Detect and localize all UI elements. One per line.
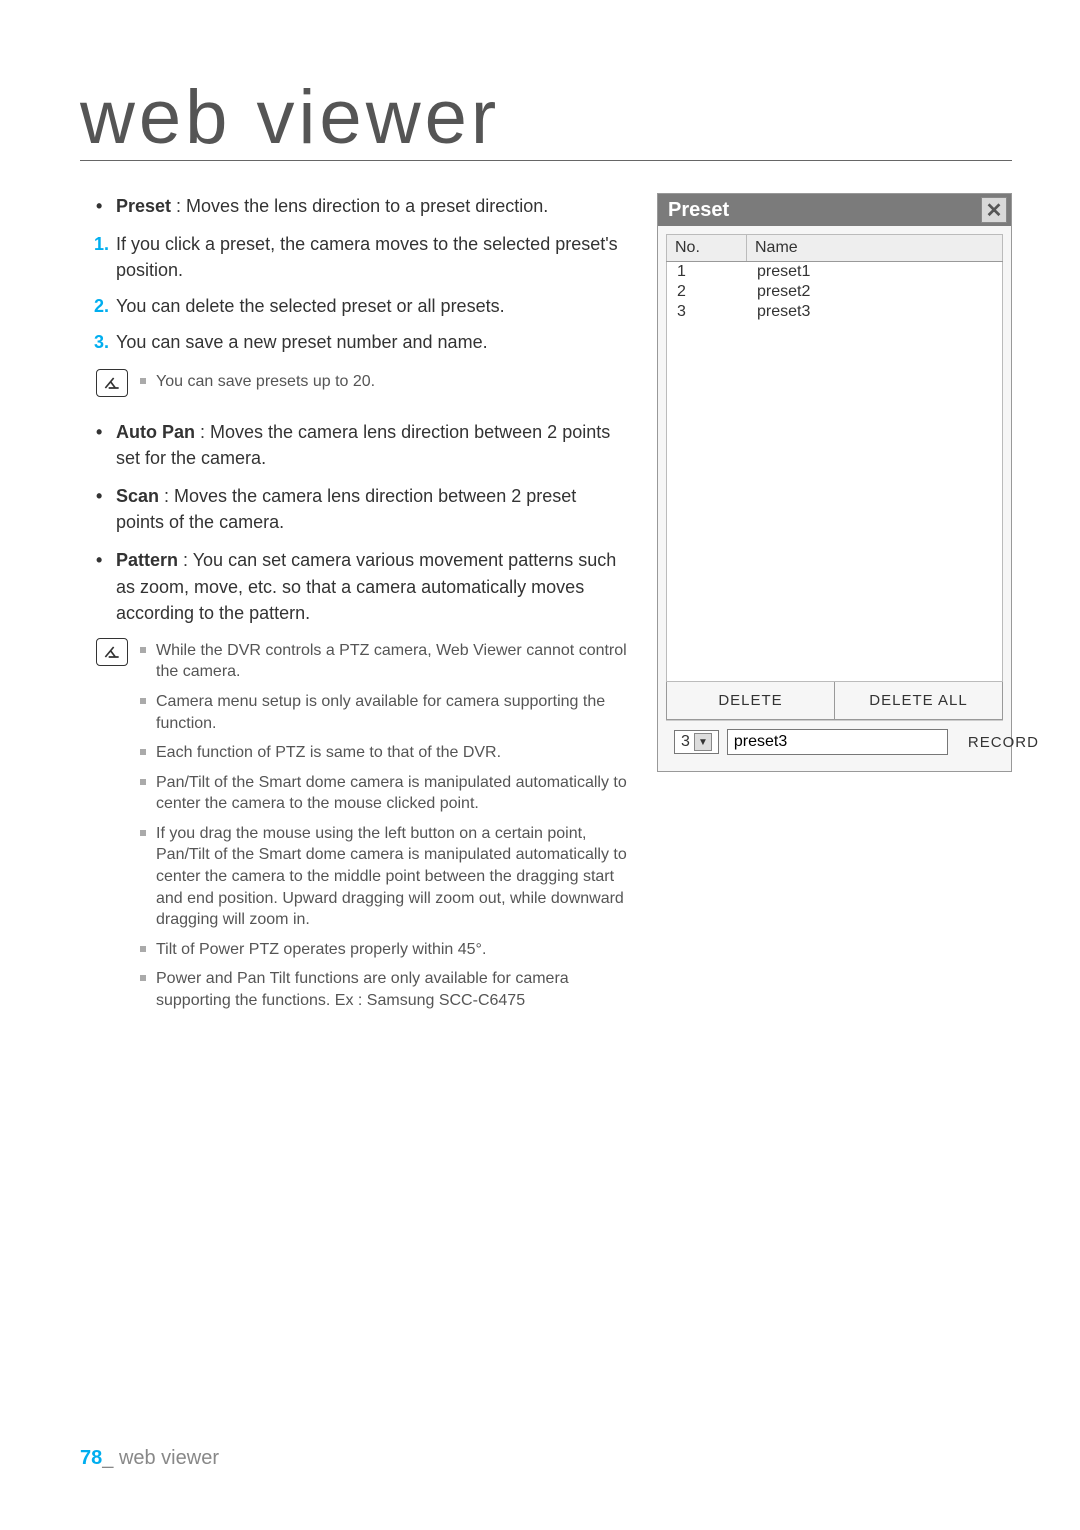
delete-all-button[interactable]: DELETE ALL <box>835 682 1002 719</box>
term: Pattern <box>116 550 178 570</box>
record-button[interactable]: RECORD <box>956 730 1051 755</box>
note-item: While the DVR controls a PTZ camera, Web… <box>140 640 629 683</box>
page-number: 78 <box>80 1447 102 1469</box>
bullet-list-2: Auto Pan : Moves the camera lens directi… <box>80 419 629 626</box>
table-row[interactable]: 1preset1 <box>667 262 1002 282</box>
close-button[interactable]: ✕ <box>981 197 1007 223</box>
note-icon <box>96 369 128 397</box>
note-item: Each function of PTZ is same to that of … <box>140 742 629 764</box>
preset-panel-title: Preset <box>668 199 729 222</box>
note-item: If you drag the mouse using the left but… <box>140 823 629 931</box>
step-2: 2.You can delete the selected preset or … <box>116 293 629 319</box>
desc: : Moves the lens direction to a preset d… <box>171 196 548 216</box>
chevron-down-icon: ▼ <box>694 733 712 751</box>
preset-panel: Preset ✕ No. Name 1preset12preset23prese… <box>657 193 1012 772</box>
bullet-autopan: Auto Pan : Moves the camera lens directi… <box>116 419 629 471</box>
page-footer: 78_ web viewer <box>80 1447 219 1470</box>
bullet-pattern: Pattern : You can set camera various mov… <box>116 547 629 625</box>
desc: : Moves the camera lens direction betwee… <box>116 486 576 532</box>
preset-panel-header: Preset ✕ <box>658 194 1011 226</box>
cell-no: 2 <box>667 282 747 302</box>
term: Preset <box>116 196 171 216</box>
cell-name: preset2 <box>747 282 1002 302</box>
cell-name: preset1 <box>747 262 1002 282</box>
bullet-list-1: Preset : Moves the lens direction to a p… <box>80 193 629 219</box>
preset-table-body[interactable]: 1preset12preset23preset3 <box>666 262 1003 682</box>
table-row[interactable]: 2preset2 <box>667 282 1002 302</box>
step-text: You can delete the selected preset or al… <box>116 296 505 316</box>
table-row[interactable]: 3preset3 <box>667 302 1002 322</box>
cell-no: 3 <box>667 302 747 322</box>
col-header-name: Name <box>747 235 1003 262</box>
close-icon: ✕ <box>986 198 1003 223</box>
bullet-scan: Scan : Moves the camera lens direction b… <box>116 483 629 535</box>
note-item: Tilt of Power PTZ operates properly with… <box>140 939 629 961</box>
note-item: You can save presets up to 20. <box>140 371 375 393</box>
step-text: If you click a preset, the camera moves … <box>116 234 618 280</box>
note-item: Pan/Tilt of the Smart dome camera is man… <box>140 772 629 815</box>
content-column: Preset : Moves the lens direction to a p… <box>80 193 629 1038</box>
page-title: web viewer <box>80 80 1012 160</box>
col-header-no: No. <box>667 235 747 262</box>
cell-no: 1 <box>667 262 747 282</box>
note-block-2: While the DVR controls a PTZ camera, Web… <box>80 640 629 1020</box>
note-item: Camera menu setup is only available for … <box>140 691 629 734</box>
step-text: You can save a new preset number and nam… <box>116 332 488 352</box>
step-3: 3.You can save a new preset number and n… <box>116 329 629 355</box>
term: Auto Pan <box>116 422 195 442</box>
preset-number-dropdown[interactable]: 3 ▼ <box>674 730 719 754</box>
note-block-1: You can save presets up to 20. <box>80 371 629 401</box>
footer-sep: _ <box>102 1447 119 1469</box>
step-1: 1.If you click a preset, the camera move… <box>116 231 629 283</box>
footer-section: web viewer <box>119 1447 219 1469</box>
note-icon <box>96 638 128 666</box>
delete-button[interactable]: DELETE <box>667 682 835 719</box>
preset-name-input[interactable] <box>727 729 948 755</box>
term: Scan <box>116 486 159 506</box>
preset-table-header: No. Name <box>666 234 1003 262</box>
bullet-preset: Preset : Moves the lens direction to a p… <box>116 193 629 219</box>
desc: : You can set camera various movement pa… <box>116 550 616 622</box>
cell-name: preset3 <box>747 302 1002 322</box>
numbered-steps: 1.If you click a preset, the camera move… <box>80 231 629 355</box>
note-item: Power and Pan Tilt functions are only av… <box>140 968 629 1011</box>
dropdown-value: 3 <box>681 733 690 751</box>
